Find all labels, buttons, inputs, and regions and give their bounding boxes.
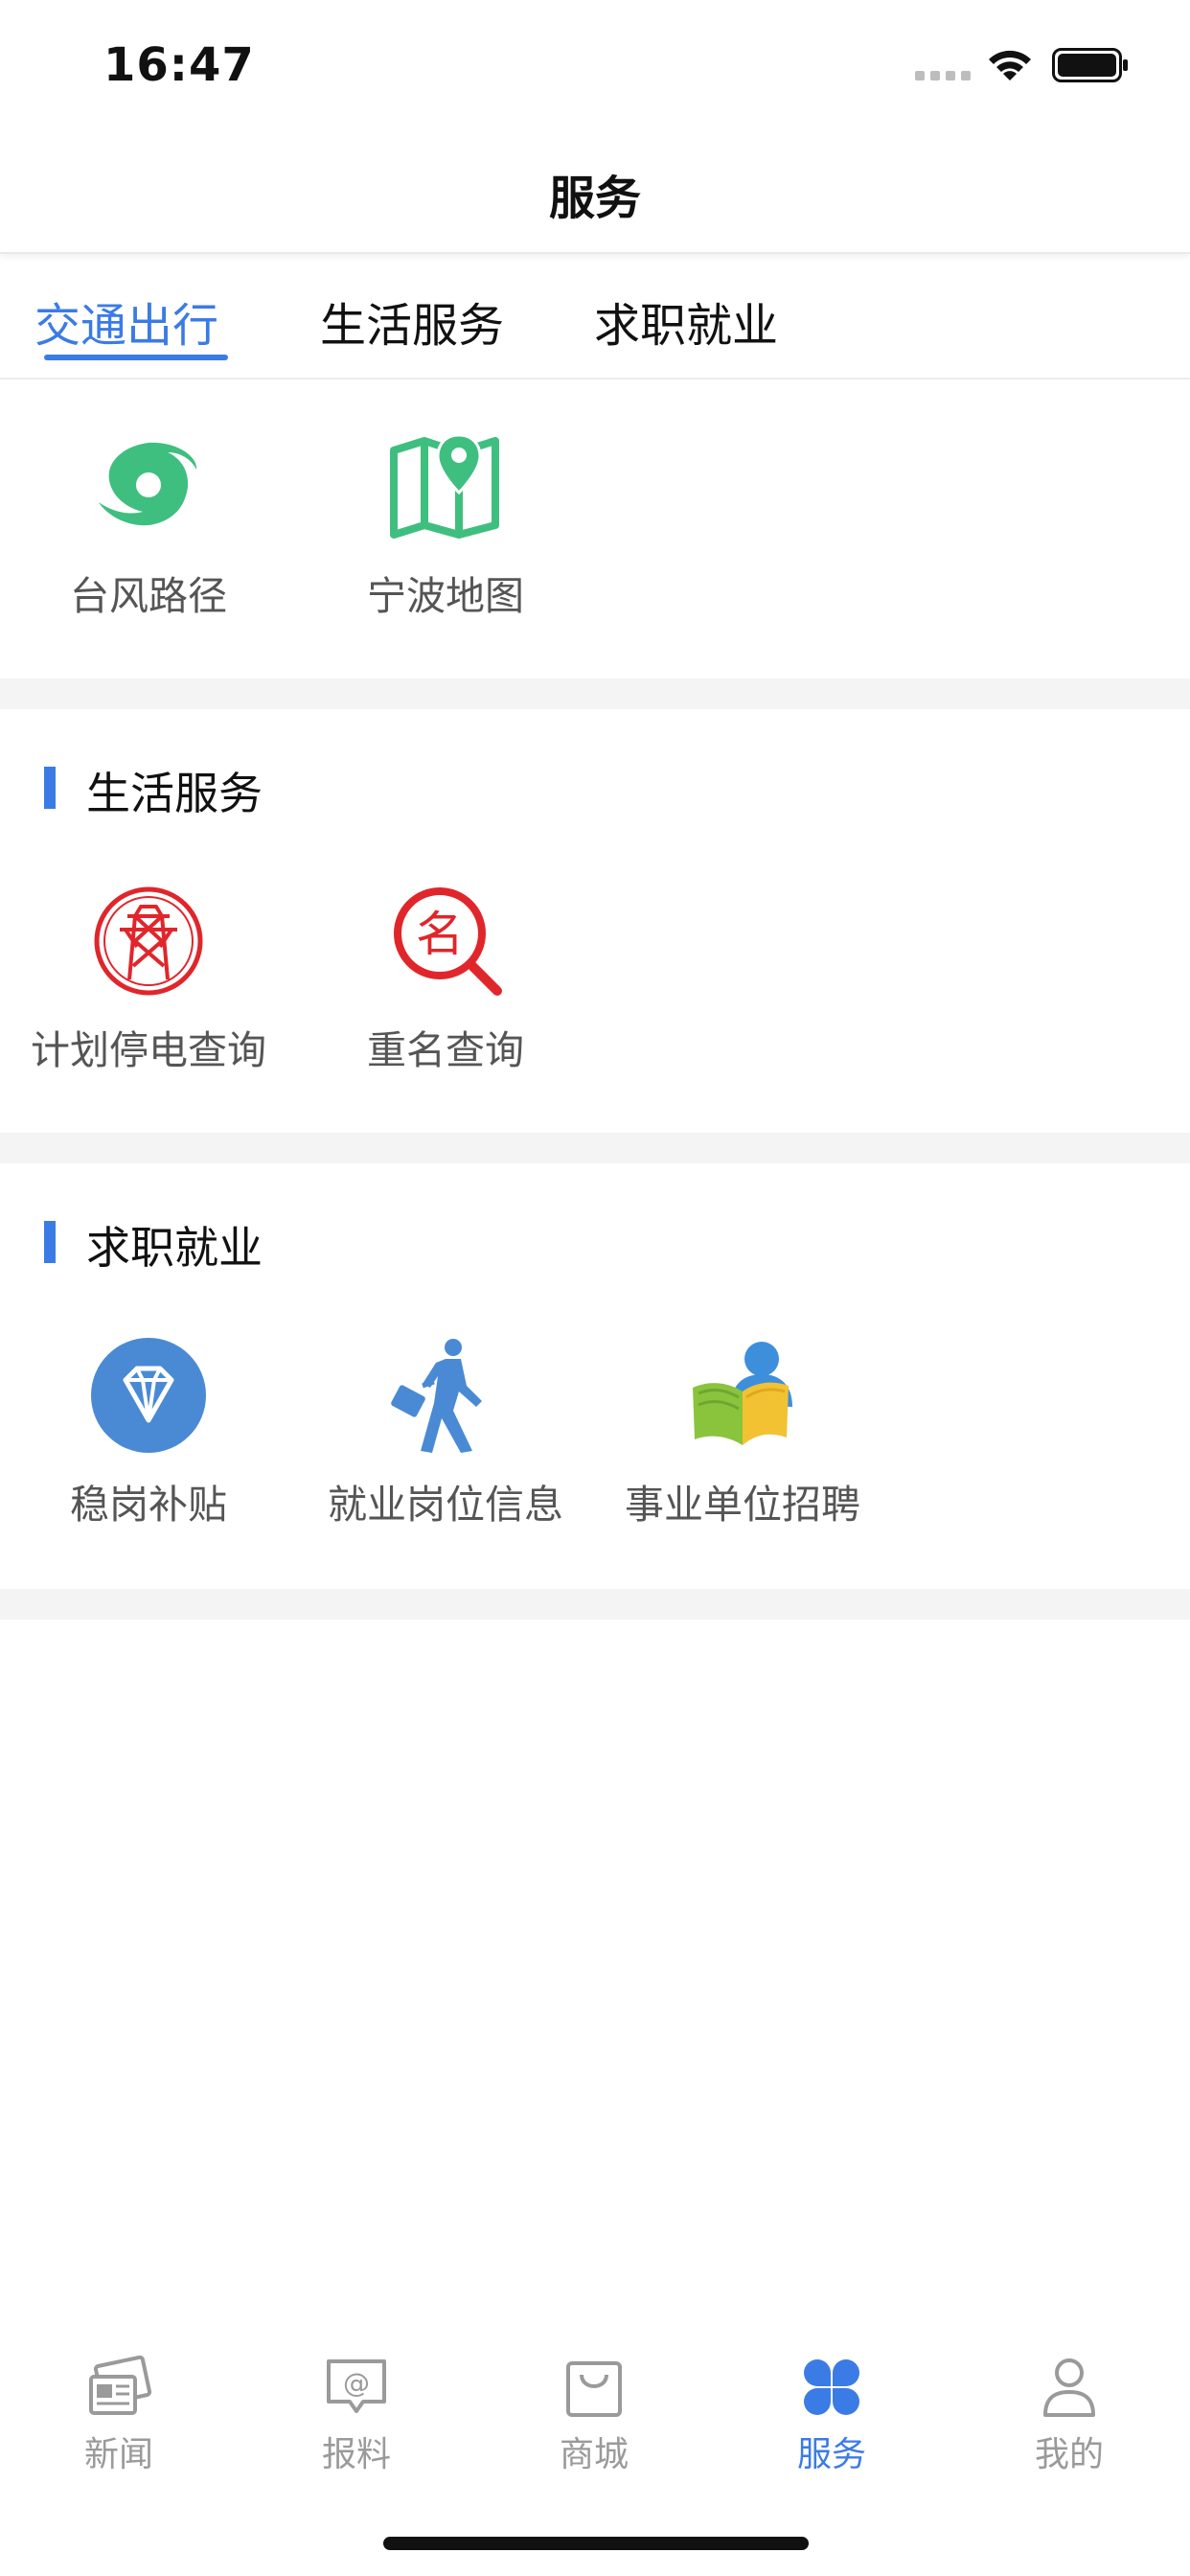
grid-item-label: 台风路径 <box>70 573 227 619</box>
nav-bar: 服务 <box>0 129 1190 254</box>
report-icon: @ <box>327 2359 386 2413</box>
tab-jobs[interactable]: 求职就业 <box>594 288 778 355</box>
tab-traffic[interactable]: 交通出行 <box>34 288 218 355</box>
user-icon <box>1043 2358 1095 2417</box>
status-bar: 16:47 <box>0 0 1190 129</box>
grid-item-ningbo-map[interactable]: 宁波地图 <box>297 429 594 631</box>
grid-item-public-recruitment[interactable]: 事业单位招聘 <box>594 1338 891 1539</box>
person-book-icon <box>693 1342 792 1445</box>
section-header-life: 生活服务 <box>0 759 1190 819</box>
walking-briefcase-icon <box>391 1339 482 1453</box>
map-pin-icon <box>390 433 499 539</box>
tabbar-item-services[interactable]: 服务 <box>713 2338 950 2482</box>
name-search-icon: 名 <box>394 887 502 996</box>
tabbar-label: 报料 <box>321 2435 391 2474</box>
grid-item-label: 重名查询 <box>367 1027 524 1073</box>
battery-icon <box>1052 48 1128 82</box>
clover-icon <box>804 2359 859 2415</box>
section-accent-bar <box>44 767 56 809</box>
news-icon <box>89 2356 152 2415</box>
section-divider <box>0 678 1190 709</box>
tab-active-indicator <box>44 355 228 360</box>
shopping-bag-icon <box>566 2361 622 2417</box>
tabbar-item-mall[interactable]: 商城 <box>475 2338 713 2482</box>
section-header-jobs: 求职就业 <box>0 1213 1190 1274</box>
tabbar-label: 我的 <box>1034 2435 1104 2474</box>
section-divider <box>0 1589 1190 1620</box>
section-divider <box>0 1133 1190 1163</box>
category-tabs: 交通出行 生活服务 求职就业 <box>0 257 1190 380</box>
svg-text:@: @ <box>343 2367 370 2399</box>
wifi-icon <box>989 50 1031 80</box>
tab-life-services[interactable]: 生活服务 <box>320 288 504 355</box>
grid-item-label: 宁波地图 <box>367 573 524 619</box>
page-title: 服务 <box>548 172 641 225</box>
section-title: 求职就业 <box>86 1222 263 1274</box>
tabbar-label: 服务 <box>796 2435 866 2474</box>
signal-icon <box>915 71 971 80</box>
svg-text:名: 名 <box>416 907 464 962</box>
grid-item-label: 就业岗位信息 <box>328 1482 563 1528</box>
grid-item-job-subsidy[interactable]: 稳岗补贴 <box>0 1338 297 1539</box>
grid-item-job-positions[interactable]: 就业岗位信息 <box>297 1338 594 1539</box>
status-time: 16:47 <box>103 38 255 92</box>
tabbar-item-news[interactable]: 新闻 <box>0 2338 238 2482</box>
tabbar-label: 新闻 <box>83 2435 153 2474</box>
grid-item-label: 计划停电查询 <box>31 1027 266 1073</box>
typhoon-icon <box>99 442 197 526</box>
tabbar-item-report[interactable]: @ 报料 <box>238 2338 475 2482</box>
power-tower-icon <box>94 886 203 996</box>
tabbar-label: 商城 <box>559 2435 629 2474</box>
home-indicator[interactable] <box>383 2537 809 2550</box>
tabbar-item-me[interactable]: 我的 <box>950 2338 1188 2482</box>
section-title: 生活服务 <box>86 768 263 819</box>
grid-item-power-outage[interactable]: 计划停电查询 <box>0 884 297 1085</box>
section-accent-bar <box>44 1221 56 1263</box>
grid-item-name-search[interactable]: 名 重名查询 <box>297 884 594 1085</box>
grid-item-label: 稳岗补贴 <box>70 1482 227 1528</box>
grid-item-typhoon-path[interactable]: 台风路径 <box>0 429 297 631</box>
grid-item-label: 事业单位招聘 <box>625 1482 860 1528</box>
diamond-icon <box>91 1338 206 1453</box>
